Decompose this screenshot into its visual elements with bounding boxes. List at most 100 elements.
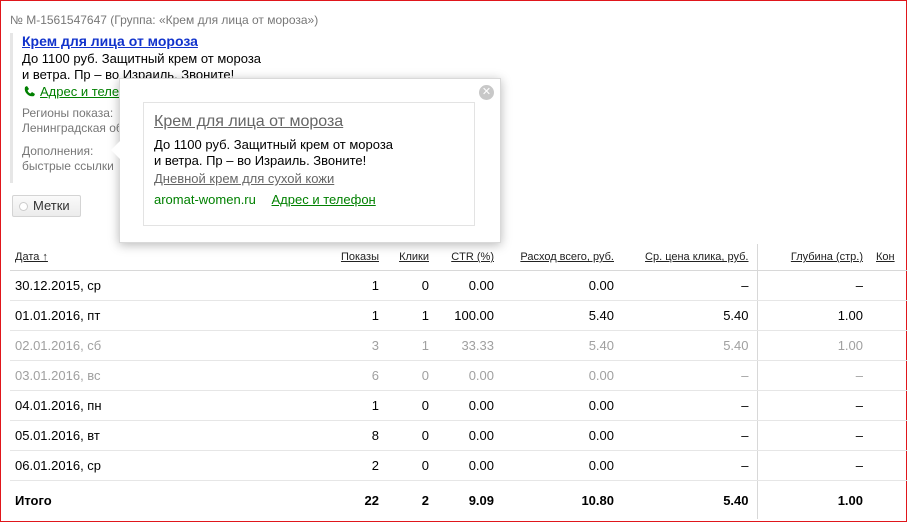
ad-text-line-1: До 1100 руб. Защитный крем от мороза (22, 51, 262, 66)
cell-clicks: 1 (387, 300, 437, 331)
cell-shows: 1 (190, 270, 387, 301)
cell-conv (871, 270, 907, 301)
col-depth-header[interactable]: Глубина (стр.) (757, 244, 871, 271)
cell-spend: 5.40 (502, 300, 622, 331)
popup-arrow (111, 141, 120, 159)
cell-date: 03.01.2016, вс (10, 360, 190, 391)
cell-spend: 0.00 (502, 270, 622, 301)
cell-clicks: 0 (387, 360, 437, 391)
stats-table-wrap: Дата ↑ Показы Клики CTR (%) Расход всего… (10, 244, 907, 519)
total-clicks: 2 (421, 492, 429, 508)
total-label: Итого (15, 492, 52, 508)
cell-depth: – (757, 450, 871, 481)
cell-spend: 0.00 (502, 450, 622, 481)
preview-contacts-link[interactable]: Адрес и телефон (272, 192, 376, 207)
cell-depth: 1.00 (757, 300, 871, 331)
cell-spend: 0.00 (502, 360, 622, 391)
cell-cpc: 5.40 (622, 300, 758, 331)
cell-spend: 0.00 (502, 420, 622, 451)
cell-conv (871, 300, 907, 331)
ad-preview: Крем для лица от мороза До 1100 руб. Защ… (143, 102, 475, 226)
cell-shows: 2 (190, 450, 387, 481)
cell-clicks: 0 (387, 390, 437, 421)
cell-cpc: 5.40 (622, 330, 758, 361)
cell-conv (871, 390, 907, 421)
cell-date: 04.01.2016, пн (10, 390, 190, 421)
total-depth: 1.00 (837, 492, 863, 508)
table-header-row: Дата ↑ Показы Клики CTR (%) Расход всего… (10, 244, 907, 271)
cell-clicks: 1 (387, 330, 437, 361)
cell-shows: 1 (190, 390, 387, 421)
col-shows-header[interactable]: Показы (190, 244, 387, 271)
ad-title-link[interactable]: Крем для лица от мороза (22, 33, 322, 49)
cell-depth: 1.00 (757, 330, 871, 361)
table-row: 30.12.2015, ср 1 0 0.00 0.00– – (10, 270, 907, 301)
cell-conv (871, 360, 907, 391)
cell-depth: – (757, 360, 871, 391)
cell-shows: 3 (190, 330, 387, 361)
total-shows: 22 (364, 492, 379, 508)
table-row: 04.01.2016, пн 1 0 0.00 0.00– – (10, 390, 907, 421)
col-conv-header[interactable]: Кон (871, 244, 907, 271)
cell-date: 30.12.2015, ср (10, 270, 190, 301)
cell-spend: 5.40 (502, 330, 622, 361)
cell-conv (871, 420, 907, 451)
preview-text-line-1: До 1100 руб. Защитный крем от мороза (154, 137, 394, 152)
col-ctr-header[interactable]: CTR (%) (437, 244, 502, 271)
cell-depth: – (757, 420, 871, 451)
table-row: 03.01.2016, вс 6 0 0.00 0.00– – (10, 360, 907, 391)
cell-cpc: – (622, 420, 758, 451)
table-row: 01.01.2016, пт 1 1 100.00 5.40 5.40 1.00 (10, 300, 907, 331)
cell-depth: – (757, 390, 871, 421)
cell-shows: 8 (190, 420, 387, 451)
total-spend: 10.80 (581, 492, 614, 508)
cell-depth: – (757, 270, 871, 301)
ad-preview-popup: ✕ Крем для лица от мороза До 1100 руб. З… (111, 78, 501, 243)
cell-date: 02.01.2016, сб (10, 330, 190, 361)
cell-spend: 0.00 (502, 390, 622, 421)
table-row: 05.01.2016, вт 8 0 0.00 0.00– – (10, 420, 907, 451)
preview-text: До 1100 руб. Защитный крем от мороза и в… (154, 137, 474, 169)
preview-text-line-2: и ветра. Пр – во Израиль. Звоните! (154, 153, 367, 168)
cell-clicks: 0 (387, 420, 437, 451)
total-cpc: 5.40 (622, 480, 758, 519)
cell-ctr: 0.00 (437, 390, 502, 421)
cell-cpc: – (622, 450, 758, 481)
cell-date: 05.01.2016, вт (10, 420, 190, 451)
stats-table: Дата ↑ Показы Клики CTR (%) Расход всего… (10, 244, 907, 519)
cell-cpc: – (622, 390, 758, 421)
ad-id-line: № M-1561547647 (Группа: «Крем для лица о… (10, 13, 319, 27)
preview-title-link[interactable]: Крем для лица от мороза (154, 113, 474, 131)
cell-shows: 1 (190, 300, 387, 331)
cell-cpc: – (622, 270, 758, 301)
table-row: 06.01.2016, ср 2 0 0.00 0.00– – (10, 450, 907, 481)
col-date-header[interactable]: Дата ↑ (10, 244, 190, 271)
table-body: 30.12.2015, ср 1 0 0.00 0.00– –01.01.2016, пт… (10, 270, 907, 520)
cell-date: 06.01.2016, ср (10, 450, 190, 481)
cell-conv (871, 450, 907, 481)
total-conv (871, 481, 907, 520)
cell-cpc: – (622, 360, 758, 391)
cell-clicks: 0 (387, 450, 437, 481)
cell-ctr: 33.33 (437, 330, 502, 361)
cell-ctr: 0.00 (437, 420, 502, 451)
total-ctr: 9.09 (468, 492, 494, 508)
table-row: 02.01.2016, сб 3 1 33.33 5.40 5.40 1.00 (10, 330, 907, 361)
preview-sitelink[interactable]: Дневной крем для сухой кожи (154, 171, 474, 186)
cell-ctr: 0.00 (437, 450, 502, 481)
phone-icon (24, 85, 35, 96)
col-spend-header[interactable]: Расход всего, руб. (502, 244, 622, 271)
cell-shows: 6 (190, 360, 387, 391)
cell-ctr: 0.00 (437, 270, 502, 301)
cell-conv (871, 330, 907, 361)
preview-domain: aromat-women.ru (154, 192, 256, 207)
cell-date: 01.01.2016, пт (10, 300, 190, 331)
table-total-row: Итого 22 2 9.09 10.80 5.40 1.00 (10, 480, 907, 520)
preview-footer: aromat-women.ru Адрес и телефон (154, 192, 474, 207)
cell-ctr: 100.00 (437, 300, 502, 331)
col-cpc-header[interactable]: Ср. цена клика, руб. (622, 244, 758, 271)
col-clicks-header[interactable]: Клики (387, 244, 437, 271)
close-icon[interactable]: ✕ (479, 85, 494, 100)
cell-ctr: 0.00 (437, 360, 502, 391)
tags-button[interactable]: Метки (12, 195, 81, 217)
